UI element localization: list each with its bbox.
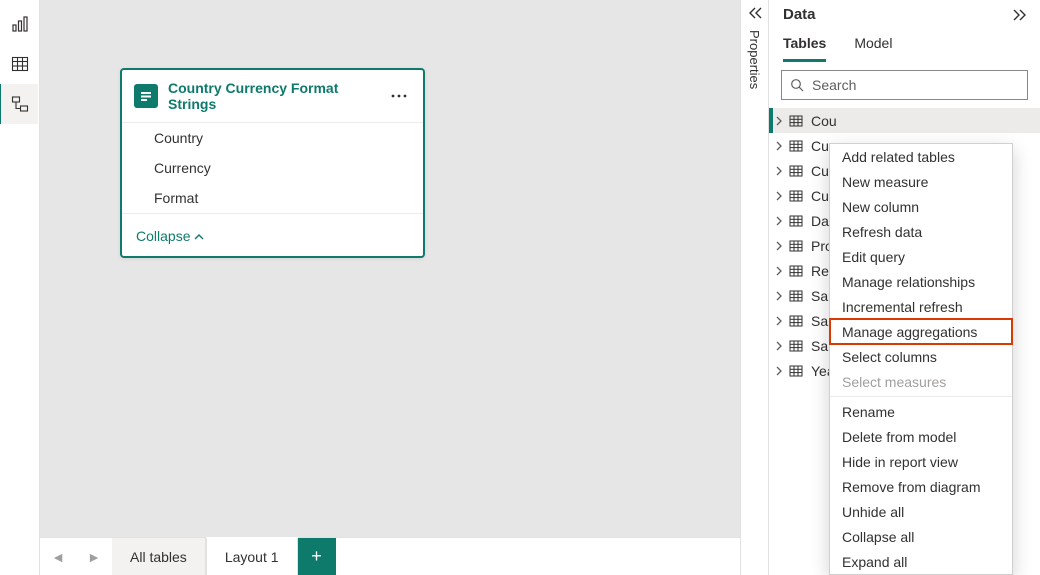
- table-card[interactable]: Country Currency Format Strings Country …: [120, 68, 425, 258]
- context-menu-item[interactable]: Manage aggregations: [830, 319, 1012, 344]
- table-field[interactable]: Currency: [122, 153, 423, 183]
- table-header-icon: [134, 84, 158, 108]
- layout-tab-layout1[interactable]: Layout 1: [206, 537, 298, 575]
- table-icon: [789, 189, 805, 203]
- layout-tab-label: Layout 1: [225, 549, 279, 565]
- tab-tables[interactable]: Tables: [783, 31, 826, 62]
- context-menu-item[interactable]: Collapse all: [830, 524, 1012, 549]
- layout-add-button[interactable]: +: [298, 538, 336, 575]
- canvas-column: Country Currency Format Strings Country …: [40, 0, 740, 575]
- expand-data-panel-button[interactable]: [1012, 8, 1028, 22]
- properties-label: Properties: [747, 30, 762, 89]
- context-menu-item[interactable]: Edit query: [830, 244, 1012, 269]
- view-rail: [0, 0, 40, 575]
- context-menu-item[interactable]: Select columns: [830, 344, 1012, 369]
- chevron-right-icon: [775, 291, 789, 301]
- context-menu-item[interactable]: Refresh data: [830, 219, 1012, 244]
- table-icon: [789, 314, 805, 328]
- expand-properties-button[interactable]: [747, 6, 763, 20]
- chevron-up-icon: [194, 233, 204, 241]
- layout-scroll-left[interactable]: ◄: [40, 538, 76, 575]
- table-context-menu: Add related tablesNew measureNew columnR…: [829, 143, 1013, 575]
- chevron-right-icon: [775, 141, 789, 151]
- table-icon: [789, 239, 805, 253]
- layout-scroll-right[interactable]: ►: [76, 538, 112, 575]
- context-menu-separator: [830, 396, 1012, 397]
- context-menu-item: Select measures: [830, 369, 1012, 394]
- data-panel-tabs: Tables Model: [769, 25, 1040, 62]
- table-card-header: Country Currency Format Strings: [122, 70, 423, 123]
- context-menu-item[interactable]: Unhide all: [830, 499, 1012, 524]
- report-view-button[interactable]: [0, 4, 40, 44]
- table-card-more-button[interactable]: [387, 94, 411, 98]
- context-menu-item[interactable]: Manage relationships: [830, 269, 1012, 294]
- context-menu-item[interactable]: Rename: [830, 399, 1012, 424]
- tab-label: Model: [854, 35, 892, 51]
- table-icon: [789, 214, 805, 228]
- table-icon: [789, 339, 805, 353]
- layout-tab-all-tables[interactable]: All tables: [112, 538, 206, 575]
- context-menu-item[interactable]: Remove from diagram: [830, 474, 1012, 499]
- tree-table-row[interactable]: Cou: [769, 108, 1040, 133]
- table-icon: [789, 114, 805, 128]
- model-view-button[interactable]: [0, 84, 38, 124]
- collapse-label: Collapse: [136, 228, 190, 244]
- layout-tab-label: All tables: [130, 549, 187, 565]
- context-menu-item[interactable]: Expand all: [830, 549, 1012, 574]
- chevron-right-icon: [775, 241, 789, 251]
- context-menu-item[interactable]: New column: [830, 194, 1012, 219]
- table-card-title: Country Currency Format Strings: [168, 80, 387, 112]
- search-box[interactable]: [781, 70, 1028, 100]
- chevron-right-icon: [775, 116, 789, 126]
- diagram-canvas[interactable]: Country Currency Format Strings Country …: [40, 0, 740, 537]
- table-icon: [789, 264, 805, 278]
- data-panel-title: Data: [783, 6, 816, 23]
- table-icon: [789, 164, 805, 178]
- search-icon: [790, 78, 804, 92]
- app-root: Country Currency Format Strings Country …: [0, 0, 1040, 575]
- data-panel-titlebar: Data: [769, 0, 1040, 25]
- chevron-right-icon: [775, 266, 789, 276]
- table-icon: [789, 139, 805, 153]
- table-field[interactable]: Country: [122, 123, 423, 153]
- table-field[interactable]: Format: [122, 183, 423, 213]
- chevron-right-icon: [775, 166, 789, 176]
- chevron-right-icon: [775, 191, 789, 201]
- chevron-right-icon: [775, 366, 789, 376]
- chevron-right-icon: [775, 341, 789, 351]
- table-card-collapse-button[interactable]: Collapse: [122, 213, 423, 256]
- chevron-right-icon: [775, 216, 789, 226]
- data-view-button[interactable]: [0, 44, 40, 84]
- table-icon: [789, 289, 805, 303]
- properties-panel-collapsed: Properties: [740, 0, 768, 575]
- context-menu-item[interactable]: Incremental refresh: [830, 294, 1012, 319]
- search-input[interactable]: [810, 76, 1019, 94]
- tab-model[interactable]: Model: [854, 31, 892, 62]
- tab-label: Tables: [783, 35, 826, 51]
- tree-table-label: Cou: [811, 113, 837, 129]
- context-menu-item[interactable]: Delete from model: [830, 424, 1012, 449]
- context-menu-item[interactable]: Hide in report view: [830, 449, 1012, 474]
- chevron-right-icon: [775, 316, 789, 326]
- table-card-fields: Country Currency Format: [122, 123, 423, 213]
- layout-tab-bar: ◄ ► All tables Layout 1 +: [40, 537, 740, 575]
- context-menu-item[interactable]: Add related tables: [830, 144, 1012, 169]
- context-menu-item[interactable]: New measure: [830, 169, 1012, 194]
- table-icon: [789, 364, 805, 378]
